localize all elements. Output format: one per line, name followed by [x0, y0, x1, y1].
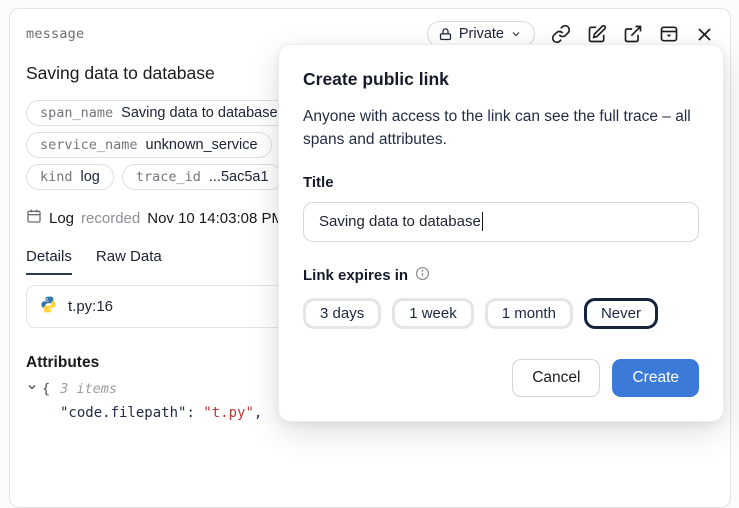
chip-span-name[interactable]: span_name Saving data to database	[26, 100, 292, 126]
record-kind: Log	[49, 210, 74, 227]
chevron-down-icon	[510, 28, 522, 40]
chip-value: ...5ac5a1	[209, 169, 269, 185]
close-icon[interactable]	[695, 25, 714, 44]
expiry-options: 3 days 1 week 1 month Never	[303, 298, 699, 329]
create-public-link-dialog: Create public link Anyone with access to…	[278, 44, 724, 422]
attr-separator: :	[186, 405, 203, 421]
external-link-icon[interactable]	[623, 24, 643, 44]
expiry-option-1-month[interactable]: 1 month	[485, 298, 573, 329]
chip-value: unknown_service	[146, 137, 258, 153]
chip-key: service_name	[40, 137, 138, 153]
attr-value: "t.py"	[203, 405, 254, 421]
python-icon	[39, 295, 58, 318]
record-verb: recorded	[81, 210, 140, 227]
chip-key: span_name	[40, 105, 113, 121]
source-location-label: t.py:16	[68, 298, 113, 315]
privacy-label: Private	[459, 26, 504, 42]
open-brace: {	[42, 381, 50, 397]
chip-key: trace_id	[136, 169, 201, 185]
attr-key: "code.filepath"	[60, 405, 186, 421]
cancel-button[interactable]: Cancel	[512, 359, 600, 397]
title-field-label: Title	[303, 174, 699, 191]
items-count: 3 items	[60, 381, 117, 397]
chip-trace-id[interactable]: trace_id ...5ac5a1	[122, 164, 283, 190]
dock-panel-icon[interactable]	[659, 24, 679, 44]
expiry-option-1-week[interactable]: 1 week	[392, 298, 474, 329]
source-location-link[interactable]: t.py:16	[26, 285, 286, 328]
tree-collapse-icon[interactable]	[26, 381, 38, 397]
chip-value: log	[81, 169, 100, 185]
calendar-icon	[26, 208, 42, 228]
edit-icon[interactable]	[587, 24, 607, 44]
info-icon[interactable]	[415, 266, 430, 286]
dialog-description: Anyone with access to the link can see t…	[303, 105, 699, 152]
chip-key: kind	[40, 169, 73, 185]
dialog-title: Create public link	[303, 69, 699, 90]
copy-link-icon[interactable]	[551, 24, 571, 44]
link-title-input-value: Saving data to database	[319, 213, 481, 230]
expiry-label: Link expires in	[303, 267, 408, 284]
attr-comma: ,	[254, 405, 262, 421]
expiry-option-3-days[interactable]: 3 days	[303, 298, 381, 329]
link-title-input[interactable]: Saving data to database	[303, 202, 699, 242]
chip-service-name[interactable]: service_name unknown_service	[26, 132, 272, 158]
record-timestamp: Nov 10 14:03:08 PM	[147, 210, 284, 227]
tab-details[interactable]: Details	[26, 248, 72, 275]
chip-kind[interactable]: kind log	[26, 164, 114, 190]
tab-raw-data[interactable]: Raw Data	[96, 248, 162, 275]
expiry-option-never[interactable]: Never	[584, 298, 658, 329]
lock-icon	[438, 27, 453, 42]
chip-value: Saving data to database	[121, 105, 277, 121]
text-cursor	[482, 212, 484, 231]
dialog-footer: Cancel Create	[303, 359, 699, 397]
message-eyebrow: message	[26, 26, 84, 42]
create-button[interactable]: Create	[612, 359, 699, 397]
